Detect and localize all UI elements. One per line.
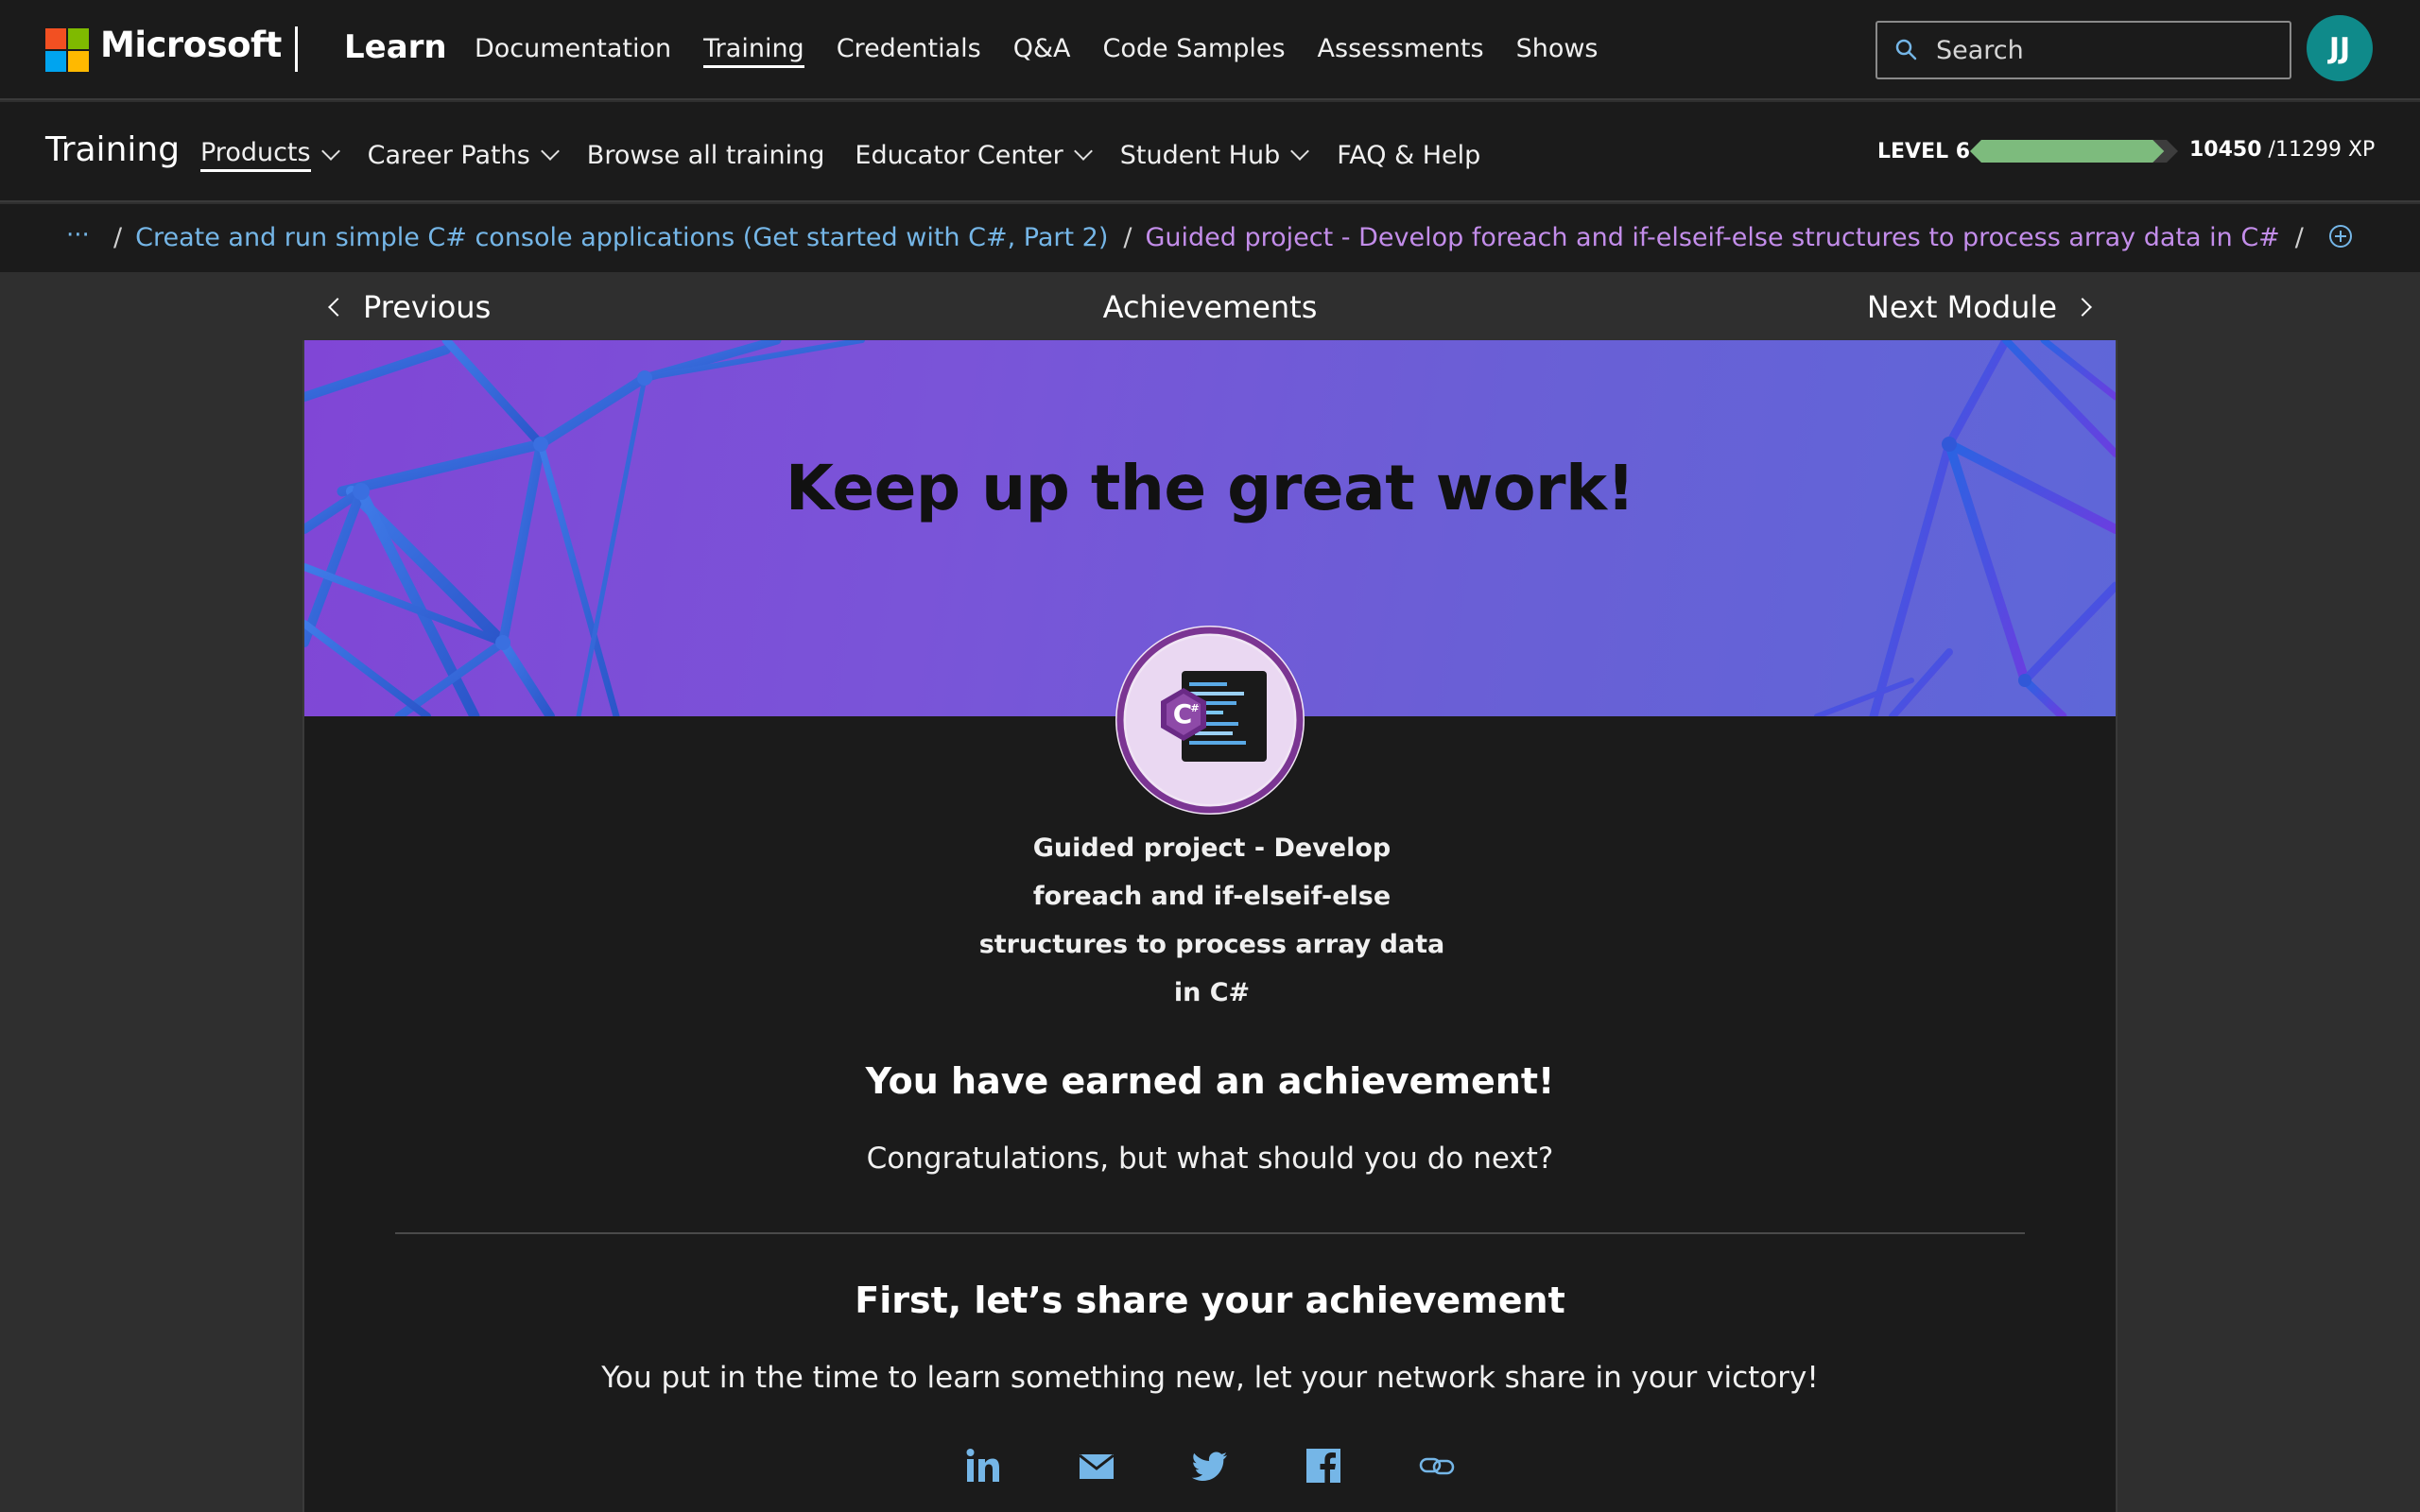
- breadcrumb-ellipsis-button[interactable]: ···: [66, 221, 90, 249]
- top-nav: Documentation Training Credentials Q&A C…: [475, 34, 1631, 68]
- badge-caption: Guided project - Develop foreach and if-…: [966, 824, 1458, 1017]
- facebook-icon[interactable]: [1304, 1446, 1343, 1486]
- xp-progress-fill: [1970, 140, 2165, 163]
- subnav-student-hub[interactable]: Student Hub: [1119, 138, 1310, 172]
- microsoft-brand-text[interactable]: Microsoft: [100, 25, 282, 65]
- subnav-educator-label: Educator Center: [855, 140, 1063, 170]
- chevron-down-icon: [1073, 142, 1093, 161]
- badge-caption-line: structures to process array data: [978, 930, 1445, 959]
- learn-link[interactable]: Learn: [344, 28, 447, 66]
- search-placeholder: Search: [1936, 36, 2024, 65]
- next-module-button[interactable]: Next Module: [1866, 289, 2092, 325]
- chevron-right-icon: [2073, 298, 2092, 317]
- nav-assessments[interactable]: Assessments: [1318, 34, 1484, 68]
- breadcrumb-separator: /: [1123, 223, 1132, 252]
- csharp-badge-icon: C #: [1115, 626, 1305, 815]
- breadcrumb: ··· / Create and run simple C# console a…: [0, 204, 2420, 272]
- subnav-faq-help[interactable]: FAQ & Help: [1337, 138, 1480, 172]
- subnav-career-paths[interactable]: Career Paths: [367, 138, 560, 172]
- earned-heading: You have earned an achievement!: [865, 1060, 1555, 1102]
- section-divider: [395, 1232, 2025, 1234]
- breadcrumb-link-module[interactable]: Create and run simple C# console applica…: [135, 223, 1108, 252]
- subnav-browse-label: Browse all training: [586, 140, 825, 170]
- chevron-left-icon: [328, 298, 347, 317]
- svg-text:#: #: [1190, 702, 1199, 714]
- training-nav: Products Career Paths Browse all trainin…: [200, 138, 1511, 172]
- level-label: LEVEL 6: [1877, 140, 1971, 163]
- previous-button[interactable]: Previous: [328, 289, 492, 325]
- previous-label: Previous: [363, 289, 492, 325]
- breadcrumb-current[interactable]: Guided project - Develop foreach and if-…: [1145, 223, 2279, 252]
- training-title[interactable]: Training: [45, 130, 180, 169]
- subnav-career-paths-label: Career Paths: [367, 140, 530, 170]
- xp-readout: 10450 /11299 XP: [2189, 138, 2375, 162]
- subnav-educator-center[interactable]: Educator Center: [855, 138, 1093, 172]
- subnav-products[interactable]: Products: [200, 138, 340, 172]
- breadcrumb-trail: / Create and run simple C# console appli…: [112, 223, 2317, 252]
- nav-credentials[interactable]: Credentials: [837, 34, 981, 68]
- svg-text:C: C: [1173, 698, 1193, 730]
- microsoft-logo-icon[interactable]: [45, 28, 89, 72]
- chevron-down-icon: [1290, 142, 1310, 161]
- achievement-card: Keep up the great work! C # Guided proje…: [302, 340, 2118, 1512]
- badge-caption-line: in C#: [1173, 978, 1251, 1007]
- search-icon: [1895, 39, 1917, 60]
- nav-code-samples[interactable]: Code Samples: [1103, 34, 1286, 68]
- nav-qa[interactable]: Q&A: [1013, 34, 1071, 68]
- module-title: Achievements: [1102, 289, 1318, 325]
- avatar[interactable]: JJ: [2307, 15, 2373, 81]
- subnav-faq-label: FAQ & Help: [1337, 140, 1481, 170]
- congrats-text: Congratulations, but what should you do …: [866, 1142, 1554, 1176]
- xp-current: 10450: [2189, 138, 2262, 162]
- training-header: Training Products Career Paths Browse al…: [0, 102, 2420, 202]
- xp-total: /11299 XP: [2268, 138, 2376, 162]
- next-module-label: Next Module: [1866, 289, 2057, 325]
- subnav-products-label: Products: [200, 138, 311, 172]
- nav-training[interactable]: Training: [703, 34, 804, 68]
- breadcrumb-separator: /: [113, 223, 123, 252]
- share-icons: [304, 1446, 2116, 1486]
- search-input[interactable]: Search: [1876, 21, 2291, 79]
- badge-caption-line: Guided project - Develop: [1032, 833, 1392, 863]
- copy-link-icon[interactable]: [1417, 1446, 1457, 1486]
- share-text: You put in the time to learn something n…: [601, 1361, 1819, 1395]
- chevron-down-icon: [320, 142, 340, 161]
- global-header: Microsoft Learn Documentation Training C…: [0, 0, 2420, 100]
- badge-caption-line: foreach and if-elseif-else: [1032, 882, 1392, 911]
- nav-shows[interactable]: Shows: [1516, 34, 1599, 68]
- xp-progress-bar: [1970, 140, 2178, 163]
- add-collection-icon[interactable]: [2327, 223, 2354, 249]
- share-heading: First, let’s share your achievement: [855, 1280, 1565, 1321]
- twitter-icon[interactable]: [1190, 1446, 1230, 1486]
- nav-documentation[interactable]: Documentation: [475, 34, 671, 68]
- module-nav: Achievements Previous Next Module: [302, 274, 2118, 340]
- banner-title: Keep up the great work!: [785, 452, 1635, 524]
- chevron-down-icon: [540, 142, 560, 161]
- breadcrumb-separator: /: [2294, 223, 2304, 252]
- subnav-browse-all-training[interactable]: Browse all training: [587, 138, 825, 172]
- linkedin-icon[interactable]: [963, 1446, 1003, 1486]
- subnav-student-hub-label: Student Hub: [1119, 140, 1281, 170]
- brand-divider: [295, 26, 298, 72]
- email-icon[interactable]: [1077, 1446, 1116, 1486]
